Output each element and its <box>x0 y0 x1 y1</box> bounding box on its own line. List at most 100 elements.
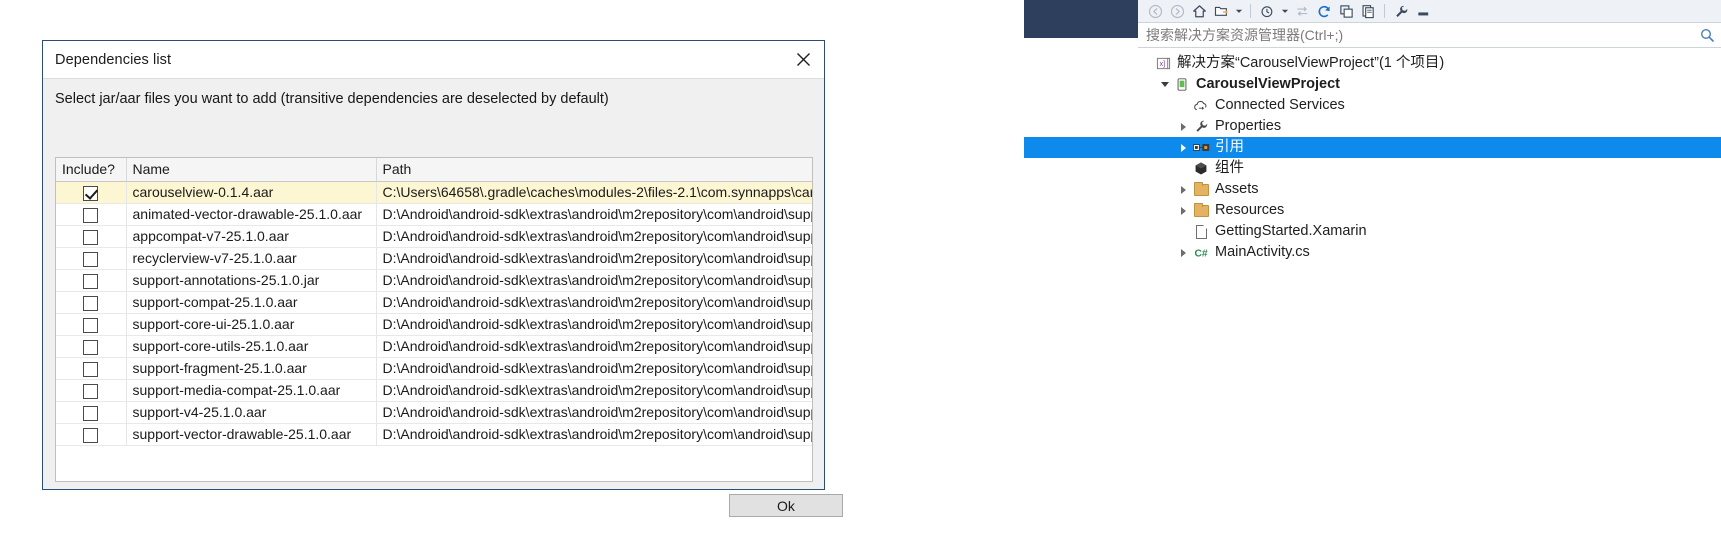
include-checkbox-cell[interactable] <box>56 247 127 270</box>
chevron-down-icon[interactable] <box>1232 1 1245 21</box>
home-icon[interactable] <box>1188 1 1210 21</box>
table-row[interactable]: support-media-compat-25.1.0.aar D:\Androi… <box>56 379 812 402</box>
cell-path: C:\Users\64658\.gradle\caches\modules-2\… <box>376 181 812 204</box>
column-header-path[interactable]: Path <box>376 158 812 182</box>
collapse-all-icon[interactable] <box>1335 1 1357 21</box>
include-checkbox-cell[interactable] <box>56 291 127 314</box>
search-input[interactable]: 搜索解决方案资源管理器(Ctrl+;) <box>1138 25 1693 45</box>
tree-expander-empty <box>1176 158 1191 179</box>
dialog-titlebar: Dependencies list <box>43 41 824 79</box>
include-checkbox-cell[interactable] <box>56 313 127 336</box>
properties-wrench-icon[interactable] <box>1390 1 1412 21</box>
cell-name: support-v4-25.1.0.aar <box>126 401 377 424</box>
solution-tree[interactable]: x] 解决方案“CarouselViewProject”(1 个项目) Carous… <box>1024 49 1721 556</box>
table-header-row: Include? Name Path <box>56 158 812 182</box>
include-checkbox-cell[interactable] <box>56 203 127 226</box>
pending-changes-clock-icon[interactable] <box>1256 1 1278 21</box>
tree-item-label: Assets <box>1215 181 1259 197</box>
tree-item-assets[interactable]: Assets <box>1024 179 1721 200</box>
connected-services-icon <box>1191 95 1211 116</box>
include-checkbox[interactable] <box>83 295 99 311</box>
tree-expander-empty <box>1176 221 1191 242</box>
tree-item-label: 引用 <box>1215 139 1244 155</box>
include-checkbox-cell[interactable] <box>56 181 127 204</box>
include-checkbox[interactable] <box>83 339 99 355</box>
tree-item-carouselviewproject-1[interactable]: x] 解决方案“CarouselViewProject”(1 个项目) <box>1024 53 1721 74</box>
chevron-right-icon[interactable] <box>1176 200 1191 221</box>
cell-name: support-vector-drawable-25.1.0.aar <box>126 423 377 446</box>
chevron-right-icon[interactable] <box>1176 137 1191 158</box>
include-checkbox[interactable] <box>83 427 99 443</box>
include-checkbox[interactable] <box>83 229 99 245</box>
dependencies-grid[interactable]: Include? Name Path carouselview-0.1.4.aa… <box>55 157 813 482</box>
include-checkbox[interactable] <box>83 251 99 267</box>
include-checkbox[interactable] <box>83 273 99 289</box>
include-checkbox[interactable] <box>83 361 99 377</box>
tree-item-gettingstarted-xamarin[interactable]: GettingStarted.Xamarin <box>1024 221 1721 242</box>
tree-item-carouselviewproject[interactable]: CarouselViewProject <box>1024 74 1721 95</box>
close-icon[interactable] <box>786 44 820 74</box>
tree-item-mainactivity-cs[interactable]: C# MainActivity.cs <box>1024 242 1721 263</box>
chevron-right-icon[interactable] <box>1176 242 1191 263</box>
table-row[interactable]: support-core-ui-25.1.0.aar D:\Android\and… <box>56 313 812 336</box>
refresh-icon[interactable] <box>1313 1 1335 21</box>
include-checkbox-cell[interactable] <box>56 357 127 380</box>
tree-item-connected-services[interactable]: Connected Services <box>1024 95 1721 116</box>
tree-item-resources[interactable]: Resources <box>1024 200 1721 221</box>
table-row[interactable]: support-fragment-25.1.0.aar D:\Android\an… <box>56 357 812 380</box>
cell-path: D:\Android\android-sdk\extras\android\m2… <box>376 269 812 292</box>
cell-name: support-core-ui-25.1.0.aar <box>126 313 377 336</box>
include-checkbox[interactable] <box>83 317 99 333</box>
column-header-include[interactable]: Include? <box>56 158 127 182</box>
include-checkbox[interactable] <box>83 383 99 399</box>
show-all-files-icon[interactable] <box>1357 1 1379 21</box>
tree-item-properties[interactable]: Properties <box>1024 116 1721 137</box>
include-checkbox-cell[interactable] <box>56 379 127 402</box>
tree-item-[interactable]: 引用 <box>1024 137 1721 158</box>
cell-name: recyclerview-v7-25.1.0.aar <box>126 247 377 270</box>
include-checkbox[interactable] <box>83 185 99 201</box>
solution-icon: x] <box>1153 53 1173 74</box>
table-row[interactable]: support-annotations-25.1.0.jar D:\Android… <box>56 269 812 292</box>
chevron-down-icon[interactable] <box>1157 74 1172 95</box>
table-row[interactable]: recyclerview-v7-25.1.0.aar D:\Android\and… <box>56 247 812 270</box>
csharp-file-icon: C# <box>1191 242 1211 263</box>
include-checkbox-cell[interactable] <box>56 423 127 446</box>
cell-name: support-media-compat-25.1.0.aar <box>126 379 377 402</box>
table-body: carouselview-0.1.4.aar C:\Users\64658\.gr… <box>56 181 812 446</box>
include-checkbox-cell[interactable] <box>56 225 127 248</box>
cell-path: D:\Android\android-sdk\extras\android\m2… <box>376 379 812 402</box>
cell-path: D:\Android\android-sdk\extras\android\m2… <box>376 225 812 248</box>
chevron-down-icon[interactable] <box>1278 1 1291 21</box>
table-row[interactable]: animated-vector-drawable-25.1.0.aar D:\An… <box>56 203 812 226</box>
table-row[interactable]: carouselview-0.1.4.aar C:\Users\64658\.gr… <box>56 181 812 204</box>
include-checkbox[interactable] <box>83 405 99 421</box>
table-row[interactable]: support-vector-drawable-25.1.0.aar D:\And… <box>56 423 812 446</box>
cell-path: D:\Android\android-sdk\extras\android\m2… <box>376 335 812 358</box>
search-box[interactable]: 搜索解决方案资源管理器(Ctrl+;) <box>1138 22 1721 48</box>
table-row[interactable]: support-core-utils-25.1.0.aar D:\Android\… <box>56 335 812 358</box>
cell-name: appcompat-v7-25.1.0.aar <box>126 225 377 248</box>
include-checkbox-cell[interactable] <box>56 335 127 358</box>
folder-icon <box>1191 200 1211 221</box>
table-row[interactable]: support-compat-25.1.0.aar D:\Android\andr… <box>56 291 812 314</box>
cell-path: D:\Android\android-sdk\extras\android\m2… <box>376 423 812 446</box>
file-icon <box>1191 221 1211 242</box>
column-header-name[interactable]: Name <box>126 158 377 182</box>
cell-path: D:\Android\android-sdk\extras\android\m2… <box>376 291 812 314</box>
cell-name: support-annotations-25.1.0.jar <box>126 269 377 292</box>
cell-name: support-fragment-25.1.0.aar <box>126 357 377 380</box>
chevron-right-icon[interactable] <box>1176 116 1191 137</box>
preview-selected-items-icon[interactable] <box>1412 1 1434 21</box>
search-icon[interactable] <box>1693 23 1721 47</box>
ok-button[interactable]: Ok <box>729 494 843 517</box>
chevron-right-icon[interactable] <box>1176 179 1191 200</box>
include-checkbox-cell[interactable] <box>56 269 127 292</box>
toolbar-separator <box>1250 4 1251 18</box>
pending-changes-folder-icon[interactable] <box>1210 1 1232 21</box>
table-row[interactable]: appcompat-v7-25.1.0.aar D:\Android\androi… <box>56 225 812 248</box>
table-row[interactable]: support-v4-25.1.0.aar D:\Android\android-… <box>56 401 812 424</box>
include-checkbox-cell[interactable] <box>56 401 127 424</box>
include-checkbox[interactable] <box>83 207 99 223</box>
tree-item-[interactable]: 组件 <box>1024 158 1721 179</box>
